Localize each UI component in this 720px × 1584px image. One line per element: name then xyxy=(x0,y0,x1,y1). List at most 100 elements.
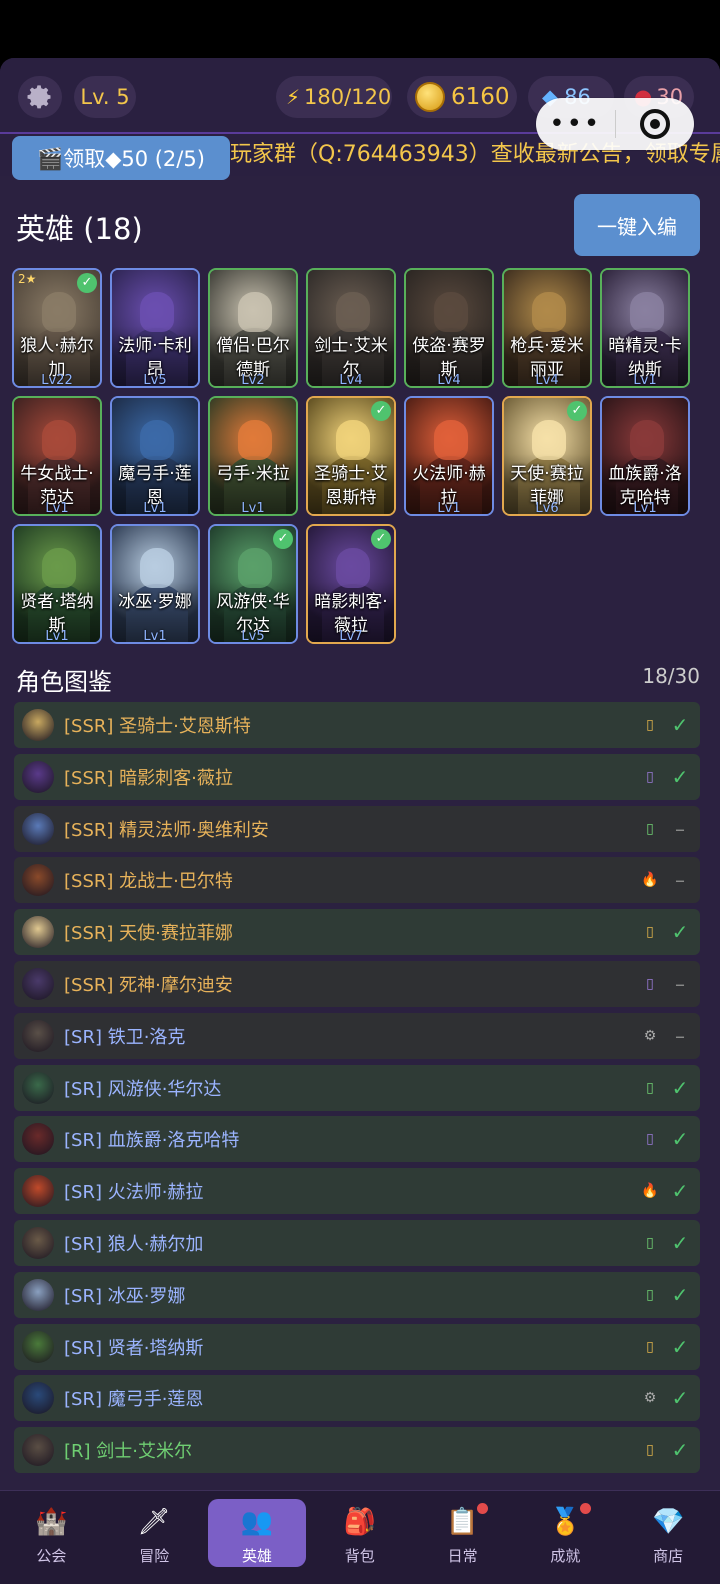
owned-check-icon: ✓ xyxy=(671,920,689,945)
lightning-icon: ⚡ xyxy=(286,85,301,109)
nav-tab-diamond[interactable]: 💎 商店 xyxy=(617,1491,720,1584)
hero-card[interactable]: 侠盗·赛罗斯 Lv4 xyxy=(404,268,494,388)
codex-name: [SR] 风游侠·华尔达 xyxy=(64,1078,222,1100)
codex-row[interactable]: [SR] 铁卫·洛克 ⚙ – xyxy=(14,1012,700,1059)
hero-card[interactable]: 圣骑士·艾恩斯特 ✓ xyxy=(306,396,396,516)
codex-row[interactable]: [R] 剑士·艾米尔 ▯ ✓ xyxy=(14,1427,700,1474)
nav-tab-medal[interactable]: 🏅 成就 xyxy=(514,1491,617,1584)
owned-check-icon: ✓ xyxy=(671,713,689,737)
hero-head xyxy=(238,292,272,332)
hero-card[interactable]: 弓手·米拉 Lv1 xyxy=(208,396,298,516)
codex-avatar xyxy=(22,709,54,741)
hero-card[interactable]: 法师·卡利昂 Lv5 xyxy=(110,268,200,388)
codex-avatar xyxy=(22,1071,54,1104)
codex-row[interactable]: [SR] 火法师·赫拉 🔥 ✓ xyxy=(14,1168,700,1215)
game-screen: Lv. 5 ⚡ 180/120 6160 ◆ 86 ● 30 玩家群（Q:764… xyxy=(0,58,720,1584)
in-team-check-icon: ✓ xyxy=(371,529,391,549)
hero-level: Lv1 xyxy=(45,501,69,516)
in-team-check-icon: ✓ xyxy=(77,273,97,293)
element-icon: ⚙ xyxy=(643,1390,657,1407)
owned-check-icon: ✓ xyxy=(671,1438,689,1463)
hero-card[interactable]: 天使·赛拉菲娜 Lv6 ✓ xyxy=(502,396,592,516)
hero-card[interactable]: 贤者·塔纳斯 Lv1 xyxy=(12,524,102,644)
energy-counter[interactable]: ⚡ 180/120 xyxy=(276,76,392,118)
element-icon: ▯ xyxy=(646,1442,654,1459)
element-icon: ▯ xyxy=(646,1079,654,1096)
hero-card[interactable]: 血族爵·洛克哈特 Lv1 xyxy=(600,396,690,516)
hero-name: 冰巫·罗娜 xyxy=(118,592,192,612)
element-icon: ▯ xyxy=(646,768,654,785)
hero-card[interactable]: 暗影刺客·薇拉 Lv7 ✓ xyxy=(306,524,396,644)
codex-name: [SR] 狼人·赫尔加 xyxy=(64,1234,204,1255)
not-owned-icon: – xyxy=(675,972,685,996)
target-icon xyxy=(639,109,670,139)
codex-row[interactable]: [SR] 狼人·赫尔加 ▯ ✓ xyxy=(14,1220,700,1266)
hero-card[interactable]: 枪兵·爱米丽亚 Lv4 xyxy=(502,268,592,388)
owned-check-icon: ✓ xyxy=(671,1075,689,1100)
miniprogram-capsule: ••• xyxy=(536,98,694,150)
element-icon: ⚙ xyxy=(643,1027,657,1044)
codex-title: 角色图鉴 xyxy=(16,668,112,696)
hero-card[interactable]: 火法师·赫拉 Lv1 xyxy=(404,396,494,516)
nav-tab-backpack[interactable]: 🎒 背包 xyxy=(308,1491,411,1584)
codex-row[interactable]: [SSR] 天使·赛拉菲娜 ▯ ✓ xyxy=(14,909,700,956)
nav-tab-label: 日常 xyxy=(447,1547,478,1565)
hero-head xyxy=(336,420,370,460)
gold-counter[interactable]: 6160 xyxy=(407,76,517,118)
codex-avatar xyxy=(22,1019,54,1052)
settings-button[interactable] xyxy=(18,76,62,118)
hero-card[interactable]: 暗精灵·卡纳斯 Lv1 xyxy=(600,268,690,388)
hero-card[interactable]: 剑士·艾米尔 Lv4 xyxy=(306,268,396,388)
codex-avatar xyxy=(22,1278,54,1311)
claim-reward-button[interactable]: 🎬领取◆50 (2/5) xyxy=(12,136,230,180)
close-miniprogram-button[interactable] xyxy=(616,109,695,139)
codex-row[interactable]: [SSR] 死神·摩尔迪安 ▯ – xyxy=(14,961,700,1007)
nav-tab-heroes[interactable]: 👥 英雄 xyxy=(206,1491,309,1584)
not-owned-icon: – xyxy=(675,816,685,841)
codex-name: [SR] 血族爵·洛克哈特 xyxy=(64,1130,240,1152)
hero-level: Lv6 xyxy=(535,501,559,516)
not-owned-icon: – xyxy=(675,1023,685,1048)
hero-head xyxy=(434,420,468,460)
hero-head xyxy=(532,420,566,460)
star-badge: 2★ xyxy=(18,272,37,286)
hero-head xyxy=(42,420,76,460)
owned-check-icon: ✓ xyxy=(671,1282,689,1307)
hero-head xyxy=(630,420,664,460)
codex-row[interactable]: [SSR] 暗影刺客·薇拉 ▯ ✓ xyxy=(14,753,700,800)
nav-tab-label: 商店 xyxy=(653,1547,684,1565)
owned-check-icon: ✓ xyxy=(671,764,689,789)
level-text: Lv. 5 xyxy=(80,85,130,109)
codex-row[interactable]: [SR] 魔弓手·莲恩 ⚙ ✓ xyxy=(14,1375,700,1422)
hero-head xyxy=(532,292,566,332)
hero-card[interactable]: 僧侣·巴尔德斯 Lv2 xyxy=(208,268,298,388)
nav-tab-clipboard[interactable]: 📋 日常 xyxy=(411,1491,514,1584)
owned-check-icon: ✓ xyxy=(671,1179,689,1204)
codex-row[interactable]: [SR] 血族爵·洛克哈特 ▯ ✓ xyxy=(14,1116,700,1163)
codex-row[interactable]: [SSR] 圣骑士·艾恩斯特 ▯ ✓ xyxy=(14,702,700,748)
auto-formation-button[interactable]: 一键入编 xyxy=(574,194,700,256)
hero-head xyxy=(140,292,174,332)
codex-row[interactable]: [SSR] 龙战士·巴尔特 🔥 – xyxy=(14,857,700,904)
hero-card[interactable]: 牛女战士·范达 Lv1 xyxy=(12,396,102,516)
hero-card[interactable]: 魔弓手·莲恩 Lv1 xyxy=(110,396,200,516)
codex-row[interactable]: [SR] 风游侠·华尔达 ▯ ✓ xyxy=(14,1064,700,1111)
codex-name: [R] 剑士·艾米尔 xyxy=(64,1441,192,1463)
diamond-icon: 💎 xyxy=(651,1507,685,1537)
codex-row[interactable]: [SSR] 精灵法师·奥维利安 ▯ – xyxy=(14,805,700,852)
hero-portrait xyxy=(210,398,296,514)
hero-level: Lv1 xyxy=(633,373,657,388)
codex-row[interactable]: [SR] 冰巫·罗娜 ▯ ✓ xyxy=(14,1271,700,1318)
hero-card[interactable]: 冰巫·罗娜 Lv1 xyxy=(110,524,200,644)
codex-row[interactable]: [SR] 贤者·塔纳斯 ▯ ✓ xyxy=(14,1323,700,1370)
more-menu-icon[interactable]: ••• xyxy=(536,111,615,137)
bottom-nav: 🏰 公会 🗡 冒险 👥 英雄 🎒 背包 📋 日常 🏅 成就 💎 商店 xyxy=(0,1490,720,1584)
nav-tab-castle[interactable]: 🏰 公会 xyxy=(0,1491,103,1584)
hero-card[interactable]: 狼人·赫尔加 Lv22 2★ ✓ xyxy=(12,268,102,388)
element-icon: ▯ xyxy=(646,976,654,992)
codex-name: [SR] 贤者·塔纳斯 xyxy=(64,1337,204,1359)
hero-level: Lv1 xyxy=(241,501,265,516)
not-owned-icon: – xyxy=(675,868,685,893)
nav-tab-sword[interactable]: 🗡 冒险 xyxy=(103,1491,206,1584)
hero-card[interactable]: 风游侠·华尔达 Lv5 ✓ xyxy=(208,524,298,644)
